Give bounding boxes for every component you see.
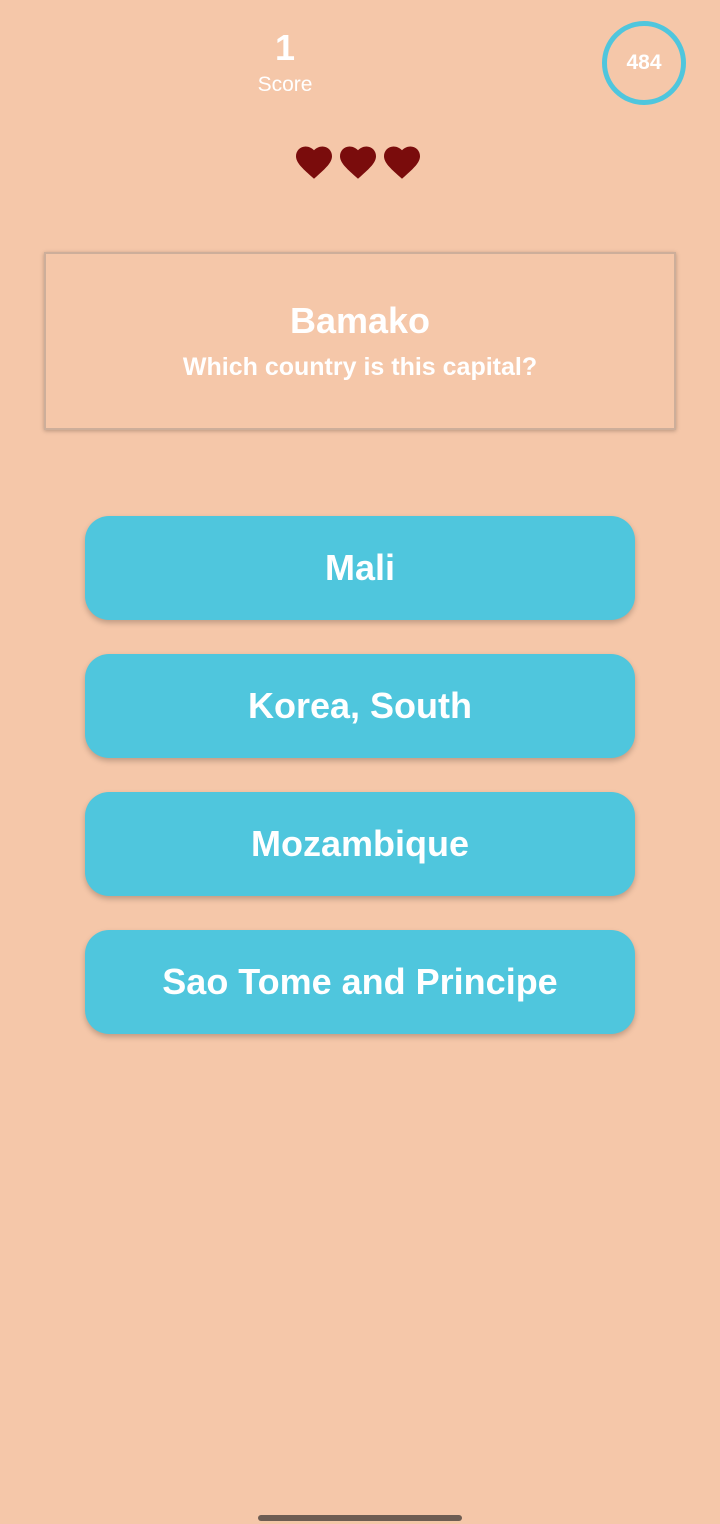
answer-button-sao-tome-and-principe[interactable]: Sao Tome and Principe — [85, 930, 635, 1034]
answer-button-korea-south[interactable]: Korea, South — [85, 654, 635, 758]
answer-button-mozambique[interactable]: Mozambique — [85, 792, 635, 896]
answer-button-mali[interactable]: Mali — [85, 516, 635, 620]
score-label: Score — [257, 73, 313, 96]
score-display: 1 Score — [235, 26, 335, 98]
capital-name: Bamako — [289, 300, 431, 341]
lives-indicator — [296, 146, 420, 180]
question-card: Bamako Which country is this capital? — [44, 252, 676, 430]
question-prompt: Which country is this capital? — [182, 353, 538, 381]
heart-icon — [296, 146, 332, 179]
heart-icon — [340, 146, 376, 179]
countdown-timer: 484 — [602, 21, 686, 105]
score-value: 1 — [274, 27, 296, 68]
heart-icon — [384, 146, 420, 179]
answer-list: Mali Korea, South Mozambique Sao Tome an… — [85, 516, 635, 1068]
timer-value: 484 — [626, 51, 662, 74]
home-indicator[interactable] — [258, 1515, 462, 1521]
